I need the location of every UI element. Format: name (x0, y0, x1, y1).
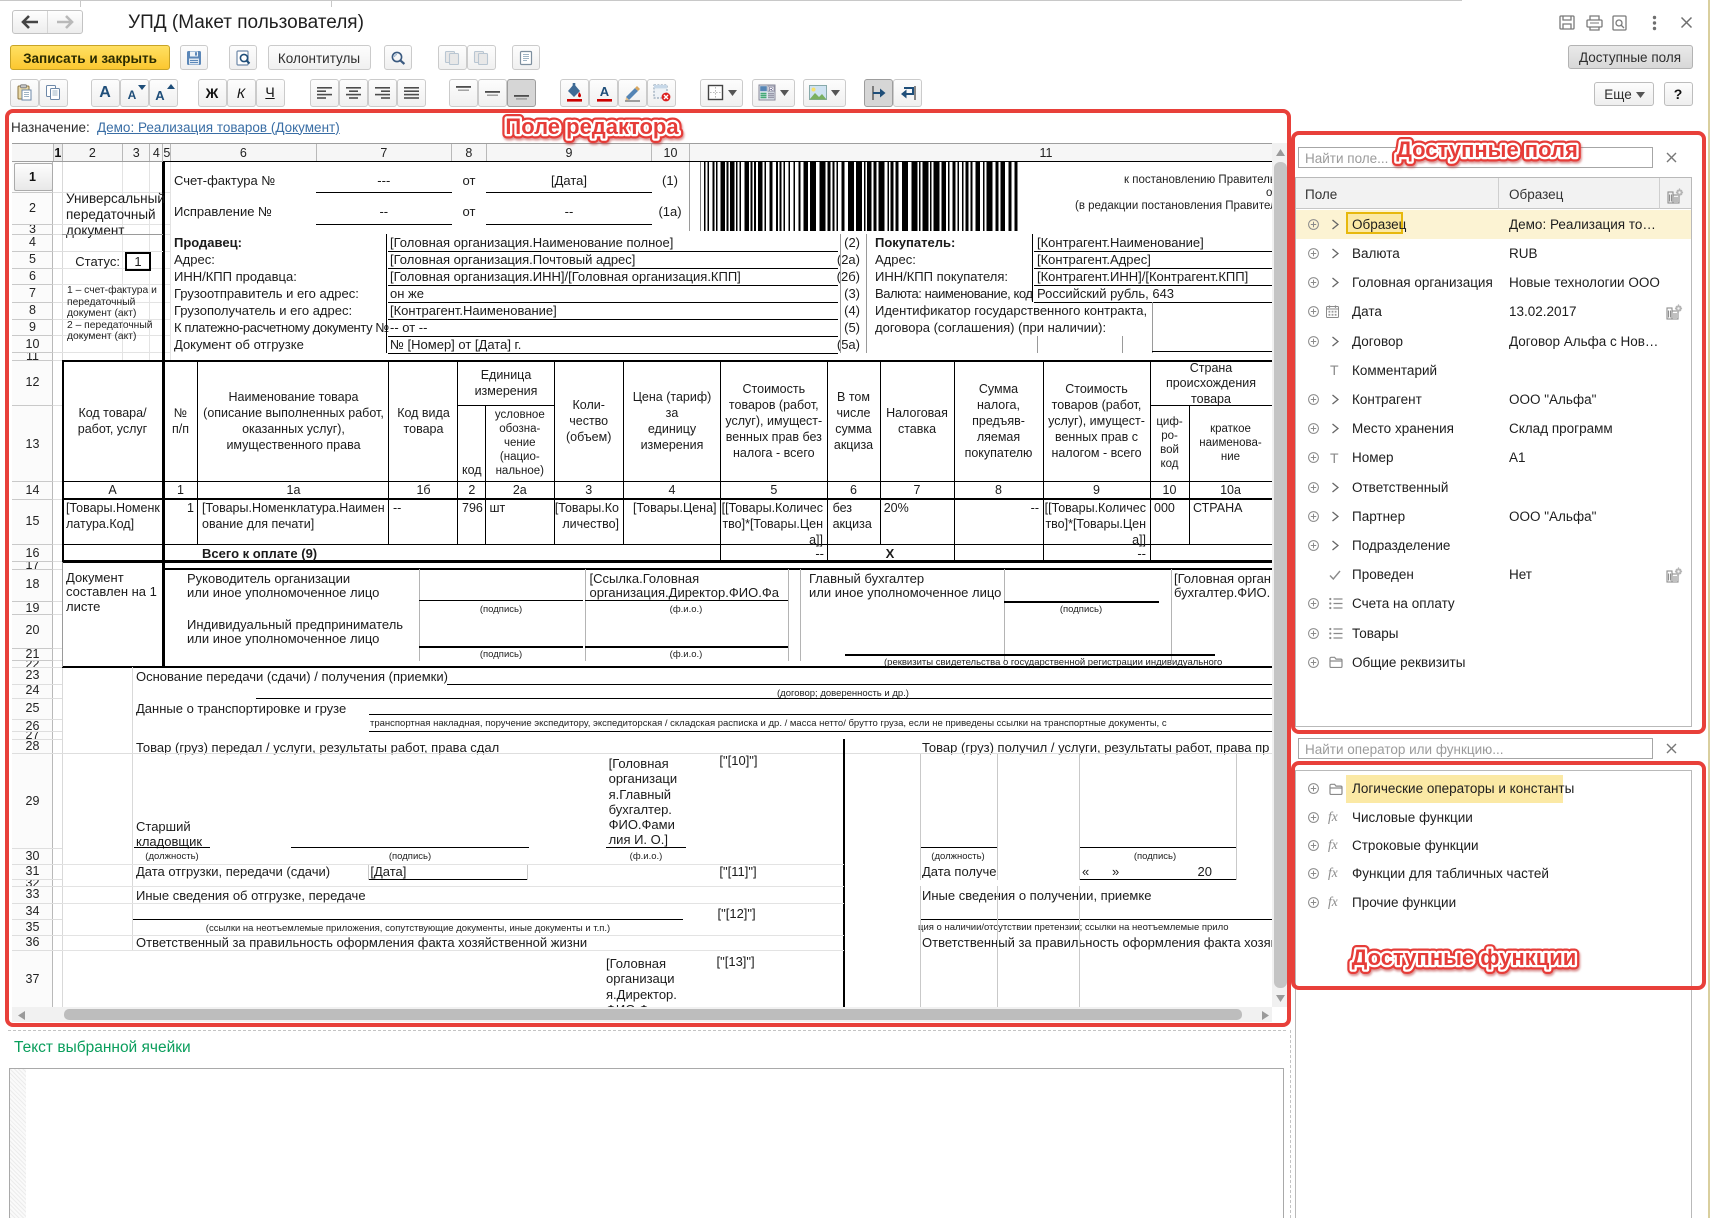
svg-text:R: R (769, 87, 773, 93)
svg-text:Доступные функции: Доступные функции (1352, 945, 1577, 970)
svg-text:A: A (600, 84, 610, 99)
svg-text:Поле редактора: Поле редактора (505, 114, 679, 139)
svg-text:Доступные поля: Доступные поля (1396, 137, 1578, 162)
